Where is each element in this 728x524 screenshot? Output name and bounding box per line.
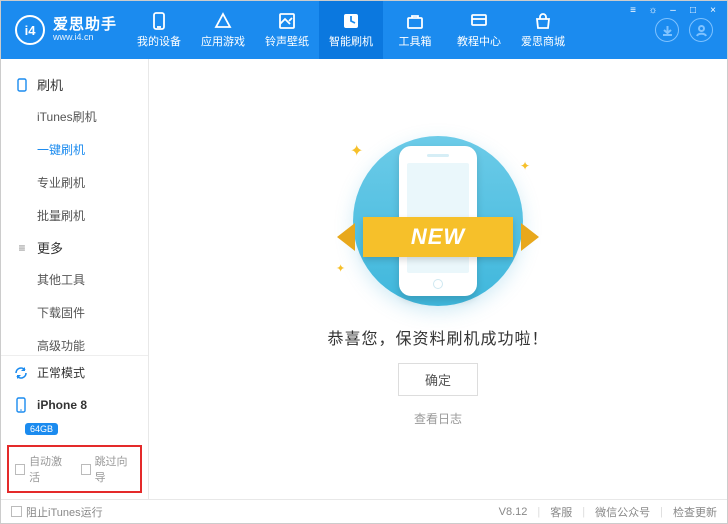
sparkle-icon: ✦ [520,159,530,173]
sidebar-items-flash: iTunes刷机 一键刷机 专业刷机 批量刷机 [1,100,148,232]
user-icon[interactable] [689,18,713,42]
minimize-icon[interactable]: – [667,4,679,16]
app-window: i4 爱思助手 www.i4.cn 我的设备 应用游戏 铃声壁纸 智能刷机 [0,0,728,524]
skin-icon[interactable]: ☼ [647,4,659,16]
support-link[interactable]: 客服 [550,504,572,520]
wechat-link[interactable]: 微信公众号 [595,504,650,520]
nav-tab-device[interactable]: 我的设备 [127,1,191,59]
sidebar-item-download[interactable]: 下载固件 [37,296,148,329]
nav-tab-tutorial[interactable]: 教程中心 [447,1,511,59]
checkbox-icon [81,464,91,475]
check-label: 阻止iTunes运行 [26,504,103,520]
sidebar-group-flash[interactable]: 刷机 [1,69,148,100]
sidebar-item-othertools[interactable]: 其他工具 [37,263,148,296]
logo-block: i4 爱思助手 www.i4.cn [1,1,127,59]
sidebar-item-batch[interactable]: 批量刷机 [37,199,148,232]
app-url: www.i4.cn [53,33,117,43]
close-icon[interactable]: × [707,4,719,16]
sidebar-group-more[interactable]: ≡ 更多 [1,232,148,263]
nav-tab-toolbox[interactable]: 工具箱 [383,1,447,59]
sparkle-icon: ✦ [336,262,345,275]
version-label: V8.12 [499,506,528,518]
device-phone-icon [13,397,29,413]
checkbox-icon [15,464,25,475]
sidebar-bottom: 正常模式 iPhone 8 64GB 自动激活 跳过向导 [1,355,148,499]
flash-icon [341,11,361,31]
nav-label: 应用游戏 [201,33,245,49]
apps-icon [213,11,233,31]
more-icon: ≡ [15,241,29,255]
success-message: 恭喜您，保资料刷机成功啦！ [327,325,548,349]
success-illustration: ✦ ✦ ✦ NEW [328,131,548,311]
check-auto-activate[interactable]: 自动激活 [15,453,69,485]
sidebar-group-title: 刷机 [37,75,63,94]
check-label: 自动激活 [29,453,68,485]
check-block-itunes[interactable]: 阻止iTunes运行 [11,504,103,520]
window-controls: ≡ ☼ – □ × [627,1,727,19]
nav-tabs: 我的设备 应用游戏 铃声壁纸 智能刷机 工具箱 教程中心 [127,1,649,59]
nav-label: 智能刷机 [329,33,373,49]
phone-icon [149,11,169,31]
toolbox-icon [405,11,425,31]
nav-tab-store[interactable]: 爱思商城 [511,1,575,59]
phone-illus-icon [399,146,477,296]
header-bar: i4 爱思助手 www.i4.cn 我的设备 应用游戏 铃声壁纸 智能刷机 [1,1,727,59]
maximize-icon[interactable]: □ [687,4,699,16]
nav-label: 工具箱 [399,33,432,49]
storage-badge: 64GB [25,423,58,435]
app-name: 爱思助手 [53,17,117,34]
bottom-checks-highlight: 自动激活 跳过向导 [7,445,142,493]
mode-label: 正常模式 [37,364,85,381]
device-row[interactable]: iPhone 8 [1,389,148,421]
circle-bg [353,136,523,306]
nav-label: 我的设备 [137,33,181,49]
nav-label: 教程中心 [457,33,501,49]
check-label: 跳过向导 [95,453,134,485]
sidebar-item-pro[interactable]: 专业刷机 [37,166,148,199]
phone-small-icon [15,78,29,92]
sidebar-item-advanced[interactable]: 高级功能 [37,329,148,355]
confirm-button[interactable]: 确定 [398,363,478,396]
nav-tab-flash[interactable]: 智能刷机 [319,1,383,59]
checkbox-icon [11,506,22,517]
menu-icon[interactable]: ≡ [627,4,639,16]
wallpaper-icon [277,11,297,31]
main-panel: ✦ ✦ ✦ NEW 恭喜您，保资料刷机成功啦！ 确定 查看日志 [149,59,727,499]
check-skip-guide[interactable]: 跳过向导 [81,453,135,485]
nav-tab-ringwall[interactable]: 铃声壁纸 [255,1,319,59]
update-link[interactable]: 检查更新 [673,504,717,520]
view-log-link[interactable]: 查看日志 [414,410,462,427]
sidebar: 刷机 iTunes刷机 一键刷机 专业刷机 批量刷机 ≡ 更多 其他工具 下载固… [1,59,149,499]
sidebar-item-itunes[interactable]: iTunes刷机 [37,100,148,133]
refresh-icon [13,365,29,381]
sidebar-scroll: 刷机 iTunes刷机 一键刷机 专业刷机 批量刷机 ≡ 更多 其他工具 下载固… [1,59,148,355]
tutorial-icon [469,11,489,31]
nav-label: 铃声壁纸 [265,33,309,49]
status-bar: 阻止iTunes运行 V8.12 | 客服 | 微信公众号 | 检查更新 [1,499,727,523]
sparkle-icon: ✦ [350,141,363,161]
nav-tab-apps[interactable]: 应用游戏 [191,1,255,59]
sidebar-item-onekey[interactable]: 一键刷机 [37,133,148,166]
download-icon[interactable] [655,18,679,42]
store-icon [533,11,553,31]
logo-icon: i4 [15,15,45,45]
logo-text: 爱思助手 www.i4.cn [53,17,117,43]
body: 刷机 iTunes刷机 一键刷机 专业刷机 批量刷机 ≡ 更多 其他工具 下载固… [1,59,727,499]
nav-label: 爱思商城 [521,33,565,49]
device-name: iPhone 8 [37,398,87,412]
sidebar-group-title: 更多 [37,238,63,257]
device-mode[interactable]: 正常模式 [1,356,148,389]
sidebar-items-more: 其他工具 下载固件 高级功能 [1,263,148,355]
